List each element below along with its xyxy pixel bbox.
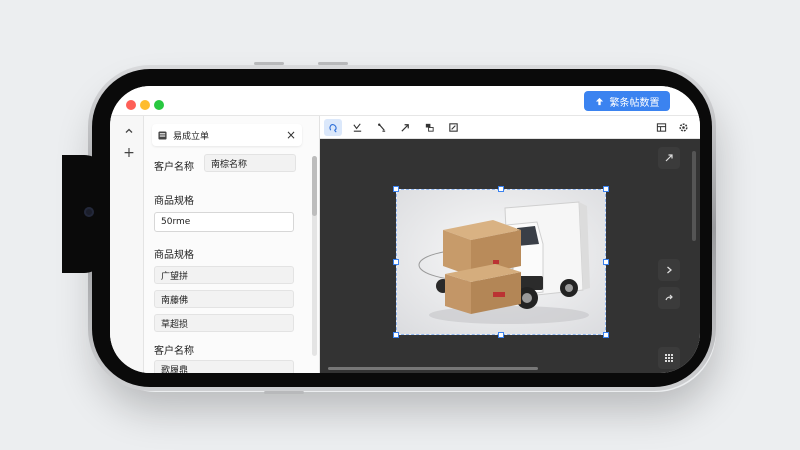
canvas-image[interactable]: [396, 189, 606, 335]
product-spec-list-label: 商品规格: [154, 250, 194, 261]
volume-button: [318, 62, 348, 65]
brush-tool[interactable]: [372, 119, 390, 136]
title-bar: 繁条帖数置: [110, 86, 700, 116]
layers-icon: [425, 123, 434, 132]
resize-handle[interactable]: [393, 332, 399, 338]
volume-button: [254, 62, 284, 65]
resize-handle[interactable]: [603, 259, 609, 265]
grid-button[interactable]: [658, 347, 680, 369]
arrow-tool[interactable]: [396, 119, 414, 136]
resize-handle[interactable]: [498, 186, 504, 192]
left-rail: +: [110, 116, 144, 373]
spec-option-3[interactable]: 草超损: [154, 314, 294, 332]
power-button: [264, 391, 304, 394]
share-icon: [665, 294, 673, 301]
lasso-icon: [328, 124, 337, 133]
form-icon: [158, 130, 167, 140]
panel-scrollbar-thumb[interactable]: [312, 156, 317, 216]
grid-icon: [665, 354, 673, 362]
plus-icon: +: [123, 145, 135, 161]
resize-handle[interactable]: [603, 186, 609, 192]
customer-name-label-2: 客户名称: [154, 346, 194, 357]
settings-button[interactable]: [674, 119, 692, 136]
phone-frame: 繁条帖数置 + 易成立单 × 客户名称 南棕名称 商品规格 50rme 商品规格…: [62, 62, 716, 394]
next-button[interactable]: [658, 259, 680, 281]
panel-scrollbar[interactable]: [312, 156, 317, 356]
arrow-up-icon: [595, 97, 603, 105]
expand-button[interactable]: [658, 147, 680, 169]
product-spec-label: 商品规格: [154, 196, 194, 207]
crop-icon: [448, 123, 458, 132]
export-button[interactable]: 繁条帖数置: [584, 91, 670, 111]
minimize-window-button[interactable]: [140, 100, 150, 110]
product-spec-input[interactable]: 50rme: [154, 212, 294, 232]
customer-name-input[interactable]: 南棕名称: [204, 154, 296, 172]
resize-handle[interactable]: [498, 332, 504, 338]
pen-icon: [352, 123, 361, 132]
next-icon: [667, 266, 672, 274]
layout-icon: [656, 123, 666, 132]
close-window-button[interactable]: [126, 100, 136, 110]
panel-header: 易成立单 ×: [152, 124, 302, 146]
customer-name-input-2[interactable]: 歌履鼎: [154, 360, 294, 373]
crop-tool[interactable]: [444, 119, 462, 136]
phone-notch: [62, 155, 108, 273]
panel-title: 易成立单: [173, 131, 210, 142]
canvas-horizontal-scrollbar[interactable]: [328, 367, 538, 370]
brush-icon: [377, 123, 385, 132]
maximize-window-button[interactable]: [154, 100, 164, 110]
add-button[interactable]: +: [120, 144, 138, 162]
expand-icon: [665, 154, 673, 162]
spec-option-2[interactable]: 南藤佛: [154, 290, 294, 308]
canvas-vertical-scrollbar[interactable]: [692, 151, 696, 241]
resize-handle[interactable]: [393, 186, 399, 192]
pen-tool[interactable]: [348, 119, 366, 136]
arrow-icon: [400, 124, 409, 132]
front-camera: [84, 207, 94, 217]
resize-handle[interactable]: [393, 259, 399, 265]
layers-tool[interactable]: [420, 119, 438, 136]
customer-name-label: 客户名称: [154, 162, 194, 173]
layout-button[interactable]: [652, 119, 670, 136]
spec-option-1[interactable]: 广望拼: [154, 266, 294, 284]
export-button-label: 繁条帖数置: [609, 97, 660, 109]
app-screen: 繁条帖数置 + 易成立单 × 客户名称 南棕名称 商品规格 50rme 商品规格…: [110, 86, 700, 373]
editor-toolbar: [320, 116, 700, 139]
lasso-tool[interactable]: [324, 119, 342, 136]
properties-panel: 易成立单 × 客户名称 南棕名称 商品规格 50rme 商品规格 广望拼 南藤佛…: [144, 116, 320, 373]
close-icon[interactable]: ×: [286, 128, 296, 142]
settings-icon: [678, 123, 688, 132]
chevron-up-icon[interactable]: [120, 122, 138, 140]
share-button[interactable]: [658, 287, 680, 309]
resize-handle[interactable]: [603, 332, 609, 338]
editor-canvas[interactable]: [320, 139, 700, 373]
delivery-truck-image: [397, 190, 605, 334]
